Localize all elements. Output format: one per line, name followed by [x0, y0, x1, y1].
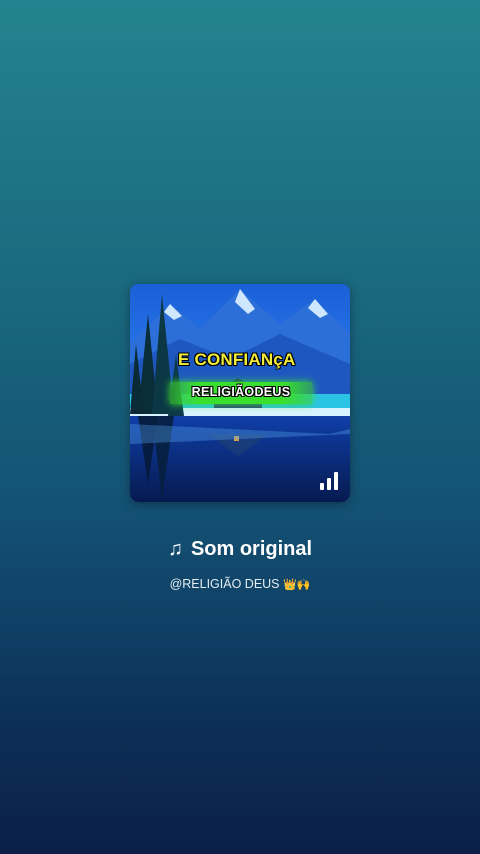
author-emoji: 👑🙌: [283, 578, 311, 591]
sound-author[interactable]: @RELIGIÃO DEUS 👑🙌: [0, 577, 480, 591]
cover-caption-top: E CONFIANçA: [178, 350, 296, 369]
music-note-icon: ♫: [167, 538, 183, 560]
album-cover[interactable]: E CONFIANçA RELIGIÃODEUS: [130, 284, 350, 502]
sound-title-text: Som original: [190, 538, 313, 560]
author-handle[interactable]: @RELIGIÃO DEUS: [170, 577, 280, 591]
cover-caption-bottom: RELIGIÃODEUS: [191, 385, 291, 399]
sound-title: ♫ Som original: [0, 538, 480, 561]
audio-bars-icon: [320, 472, 338, 490]
